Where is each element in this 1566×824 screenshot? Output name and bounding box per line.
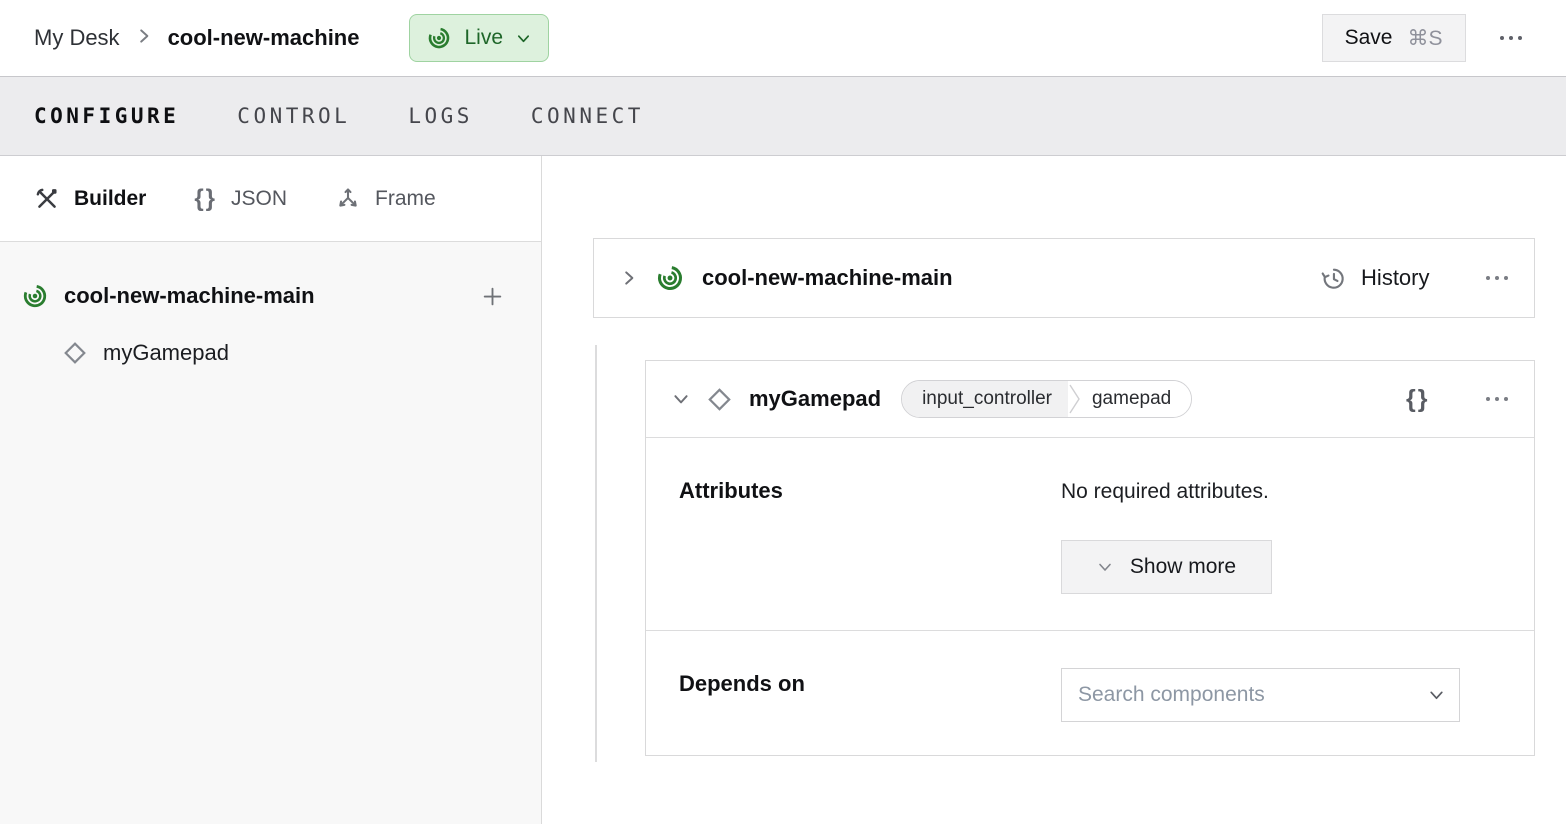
component-type-badge: input_controller gamepad (901, 380, 1192, 418)
tree-guide-line (595, 345, 597, 762)
breadcrumb-current: cool-new-machine (168, 25, 360, 51)
component-name: myGamepad (749, 386, 881, 412)
mode-frame-label: Frame (375, 187, 436, 211)
mode-json-label: JSON (231, 187, 287, 211)
mode-builder[interactable]: Builder (34, 186, 146, 212)
show-more-button[interactable]: Show more (1061, 540, 1272, 594)
tab-control[interactable]: CONTROL (237, 104, 350, 128)
history-icon (1320, 265, 1347, 292)
save-shortcut-hint: ⌘S (1407, 26, 1442, 51)
component-model: gamepad (1084, 381, 1191, 417)
machine-part-title: cool-new-machine-main (702, 265, 953, 291)
chevron-down-icon[interactable] (1428, 687, 1445, 704)
component-overflow-menu[interactable] (1486, 397, 1509, 402)
tab-configure[interactable]: CONFIGURE (34, 104, 179, 128)
component-type: input_controller (902, 381, 1068, 417)
component-card-header: myGamepad input_controller gamepad {} (646, 361, 1534, 438)
attributes-section: Attributes No required attributes. Show … (646, 438, 1534, 631)
configure-main-panel: cool-new-machine-main History (542, 156, 1566, 824)
depends-on-input-wrap (1061, 668, 1460, 722)
component-card: myGamepad input_controller gamepad {} At… (645, 360, 1535, 756)
depends-on-section: Depends on (646, 631, 1534, 755)
app-window: My Desk cool-new-machine Live Save ⌘S (0, 0, 1566, 824)
save-button-label: Save (1345, 26, 1393, 50)
tree-machine-name: cool-new-machine-main (64, 283, 464, 309)
tools-icon (34, 186, 60, 212)
diamond-icon (706, 386, 733, 413)
live-status-dropdown[interactable]: Live (409, 14, 549, 62)
top-bar-overflow-menu[interactable] (1500, 36, 1523, 41)
tree-machine-row[interactable]: cool-new-machine-main (0, 270, 541, 322)
tab-connect[interactable]: CONNECT (531, 104, 644, 128)
tree-component-row[interactable]: myGamepad (0, 328, 541, 378)
chevron-down-icon (516, 31, 531, 46)
machine-part-card-header: cool-new-machine-main History (593, 238, 1535, 318)
breadcrumb-separator-icon (135, 25, 153, 51)
attributes-empty-text: No required attributes. (1061, 480, 1269, 504)
mode-frame[interactable]: Frame (335, 186, 436, 212)
chevron-down-icon[interactable] (672, 390, 690, 408)
breadcrumb: My Desk cool-new-machine (34, 25, 359, 51)
broadcast-icon (656, 264, 684, 292)
depends-on-search-input[interactable] (1061, 668, 1460, 722)
badge-separator-icon (1068, 381, 1084, 417)
attributes-label: Attributes (679, 478, 783, 504)
broadcast-icon (427, 26, 451, 50)
machine-part-tree: cool-new-machine-main myGamepad (0, 242, 541, 378)
diamond-icon (62, 340, 88, 366)
tab-logs[interactable]: LOGS (408, 104, 473, 128)
machine-card-overflow-menu[interactable] (1486, 276, 1509, 281)
configure-sidebar: Builder {} JSON Frame (0, 156, 542, 824)
live-badge-label: Live (464, 26, 503, 50)
broadcast-icon (22, 283, 48, 309)
history-button[interactable]: History (1320, 265, 1429, 292)
save-button[interactable]: Save ⌘S (1322, 14, 1466, 62)
top-bar: My Desk cool-new-machine Live Save ⌘S (0, 0, 1566, 76)
machine-nav-tabs: CONFIGURE CONTROL LOGS CONNECT (0, 76, 1566, 156)
mode-builder-label: Builder (74, 187, 146, 211)
view-mode-switcher: Builder {} JSON Frame (0, 156, 541, 242)
history-button-label: History (1361, 265, 1429, 291)
depends-on-label: Depends on (679, 671, 805, 697)
chevron-right-icon[interactable] (620, 269, 638, 287)
frame-axes-icon (335, 186, 361, 212)
tree-component-name: myGamepad (103, 340, 229, 366)
component-json-toggle[interactable]: {} (1406, 385, 1429, 414)
breadcrumb-parent-link[interactable]: My Desk (34, 25, 120, 51)
chevron-down-icon (1097, 559, 1113, 575)
add-component-button[interactable] (480, 284, 505, 309)
show-more-label: Show more (1130, 555, 1236, 579)
braces-icon: {} (194, 185, 217, 213)
mode-json[interactable]: {} JSON (194, 185, 287, 213)
